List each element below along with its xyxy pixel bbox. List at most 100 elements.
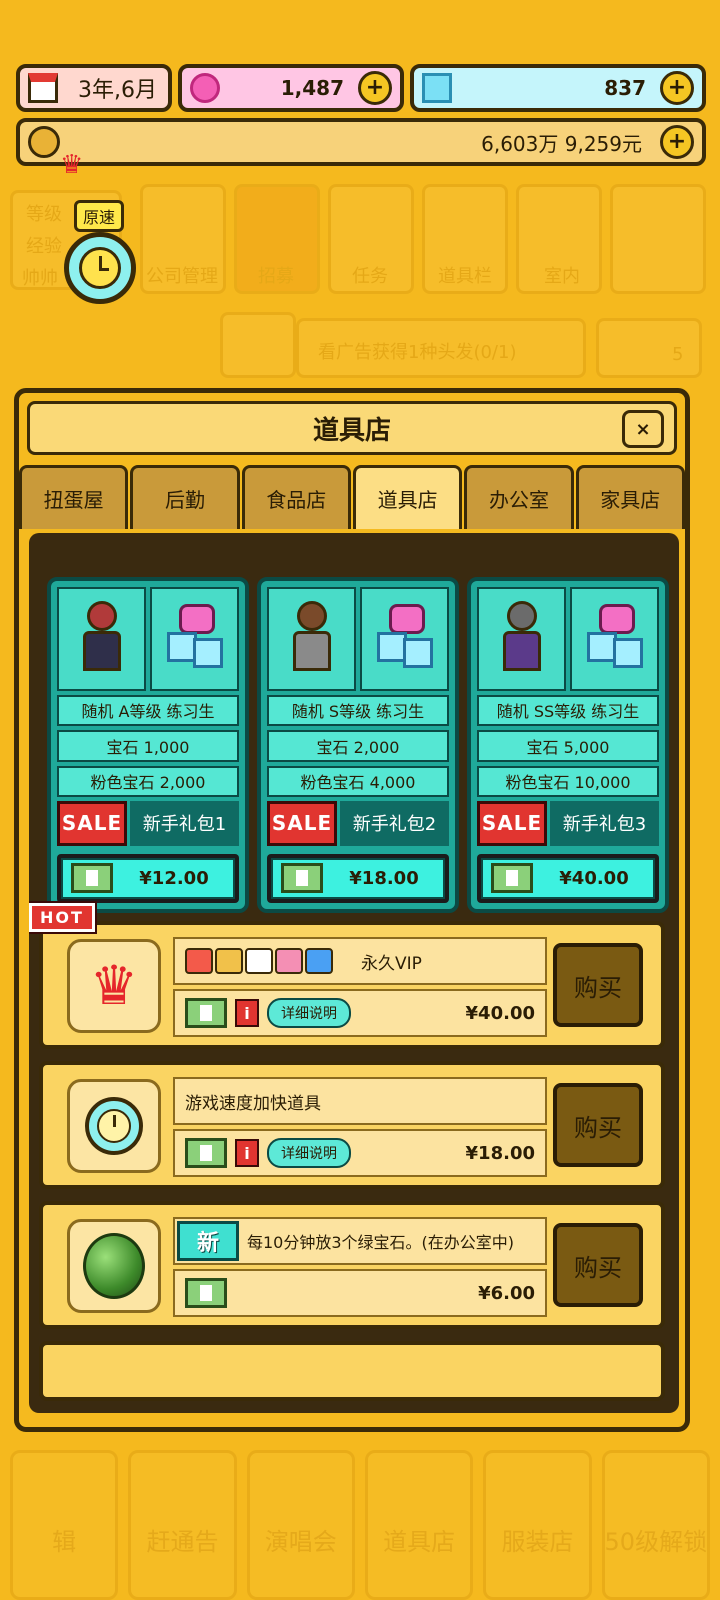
pink-gem-icon [190,73,220,103]
bg-inventory-label: 道具栏 [438,266,492,287]
close-button[interactable]: × [622,410,664,448]
info-icon: i [235,999,259,1027]
clock-icon [79,247,121,289]
pack-gems: 宝石 2,000 [267,730,449,762]
speed-clock-button[interactable] [64,232,136,304]
coin-icon [28,126,60,158]
pink-gem-amount: 1,487 [280,76,344,100]
tab-logistics[interactable]: 后勤 [130,465,240,529]
gem-bundle-icon [360,587,449,691]
item-price: ¥18.00 [465,1142,535,1164]
detail-button[interactable]: 详细说明 [267,1138,351,1168]
starter-pack-2[interactable]: 随机 S等级 练习生 宝石 2,000 粉色宝石 4,000 SALE 新手礼包… [257,577,459,913]
cash-icon [185,1278,227,1308]
bg-ad-count: 5 [672,344,684,365]
crown-icon: ♛ [89,954,139,1017]
starter-pack-1[interactable]: 随机 A等级 练习生 宝石 1,000 粉色宝石 2,000 SALE 新手礼包… [47,577,249,913]
speed-label: 原速 [74,200,125,232]
bg-bottom-btn-6: 50级解锁 [601,1450,710,1600]
add-pink-gem-button[interactable]: + [358,71,392,105]
bg-bottom-btn-1: 辑 [10,1450,119,1600]
pack-price-button[interactable]: ¥40.00 [481,857,655,899]
info-icon: i [235,1139,259,1167]
gem-bundle-icon [150,587,239,691]
pack-trainee: 随机 S等级 练习生 [267,694,449,727]
pack-price-button[interactable]: ¥18.00 [271,857,445,899]
modal-title: 道具店 [312,415,391,446]
sale-badge: SALE [267,800,337,846]
starter-pack-3[interactable]: 随机 SS等级 练习生 宝石 5,000 粉色宝石 10,000 SALE 新手… [467,577,669,913]
modal-header: 道具店 × [27,401,677,455]
detail-button[interactable]: 详细说明 [267,998,351,1028]
cash-icon [71,863,113,894]
bg-bottom-btn-5: 服装店 [483,1450,592,1600]
pack-price: ¥40.00 [559,867,629,889]
cash-icon [491,863,533,894]
diamond-amount: 837 [604,76,646,100]
gem-bundle-icon [570,587,659,691]
crown-icon: ♛ [60,150,84,180]
speed-thumbnail [67,1079,161,1173]
cash-icon [281,863,323,894]
bg-name-label: 帅帅 [22,268,58,289]
trainee-portrait [57,587,146,691]
calendar-icon [28,73,58,103]
buy-button[interactable]: 购买 [553,1083,643,1167]
diamond-counter: 837 + [410,64,706,112]
hot-badge: HOT [29,903,95,932]
pack-trainee: 随机 A等级 练习生 [57,694,239,727]
bg-bottom-btn-2: 赶通告 [128,1450,237,1600]
tab-food-shop[interactable]: 食品店 [241,465,351,529]
pack-pink-gems: 粉色宝石 10,000 [477,765,659,797]
pack-gems: 宝石 1,000 [57,730,239,762]
tab-furniture[interactable]: 家具店 [575,465,685,529]
pack-pink-gems: 粉色宝石 2,000 [57,765,239,797]
tab-item-shop[interactable]: 道具店 [352,465,463,529]
date-display: 3年,6月 [16,64,172,112]
pack-gems: 宝石 5,000 [477,730,659,762]
diamond-icon [422,73,452,103]
shop-modal: 道具店 × 扭蛋屋 后勤 食品店 道具店 办公室 家具店 随机 A等级 练习生 [14,388,690,1432]
trainee-portrait [477,587,566,691]
tab-gacha[interactable]: 扭蛋屋 [19,465,129,529]
shop-content: 随机 A等级 练习生 宝石 1,000 粉色宝石 2,000 SALE 新手礼包… [29,533,679,1413]
pack-price: ¥18.00 [349,867,419,889]
tab-office[interactable]: 办公室 [464,465,574,529]
pack-pink-gems: 粉色宝石 4,000 [267,765,449,797]
bg-ad-banner: 看广告获得1种头发(0/1) [318,342,517,363]
cash-icon [185,1138,227,1168]
bg-bottom-btn-4: 道具店 [364,1450,474,1600]
sale-badge: SALE [477,800,547,846]
new-badge: 新 [177,1221,239,1261]
pack-trainee: 随机 SS等级 练习生 [477,694,659,727]
buy-button[interactable]: 购买 [553,943,643,1027]
bg-indoor-label: 室内 [544,266,580,287]
pack-price-button[interactable]: ¥12.00 [61,857,235,899]
item-price: ¥6.00 [478,1282,535,1304]
vip-thumbnail: ♛ [67,939,161,1033]
item-name: 游戏速度加快道具 [185,1093,321,1114]
item-name: 永久VIP [361,953,422,974]
pack-name: 新手礼包1 [130,800,239,846]
item-price: ¥40.00 [465,1002,535,1024]
pack-name: 新手礼包3 [550,800,659,846]
shop-item-partial [39,1341,665,1401]
shop-item-vip: HOT ♛ 永久VIP i 详细说明 ¥40.00 购买 [29,903,665,1049]
pack-price: ¥12.00 [139,867,209,889]
cash-icon [185,998,227,1028]
shop-item-green-gem: 新 每10分钟放3个绿宝石。(在办公室中) ¥6.00 购买 [39,1201,665,1329]
shop-item-speed: 游戏速度加快道具 i 详细说明 ¥18.00 购买 [39,1061,665,1189]
starter-packs: 随机 A等级 练习生 宝石 1,000 粉色宝石 2,000 SALE 新手礼包… [47,577,669,913]
clock-icon [85,1097,143,1155]
bg-exp-label: 经验 [26,236,62,257]
bg-recruit-label: 招募 [258,266,294,287]
sale-badge: SALE [57,800,127,846]
buy-button[interactable]: 购买 [553,1223,643,1307]
trainee-portrait [267,587,356,691]
add-diamond-button[interactable]: + [660,71,694,105]
pack-name: 新手礼包2 [340,800,449,846]
date-text: 3年,6月 [78,78,157,103]
shop-tabs: 扭蛋屋 后勤 食品店 道具店 办公室 家具店 [19,465,685,529]
vip-perk-icons [185,948,333,974]
add-money-button[interactable]: + [660,125,694,159]
